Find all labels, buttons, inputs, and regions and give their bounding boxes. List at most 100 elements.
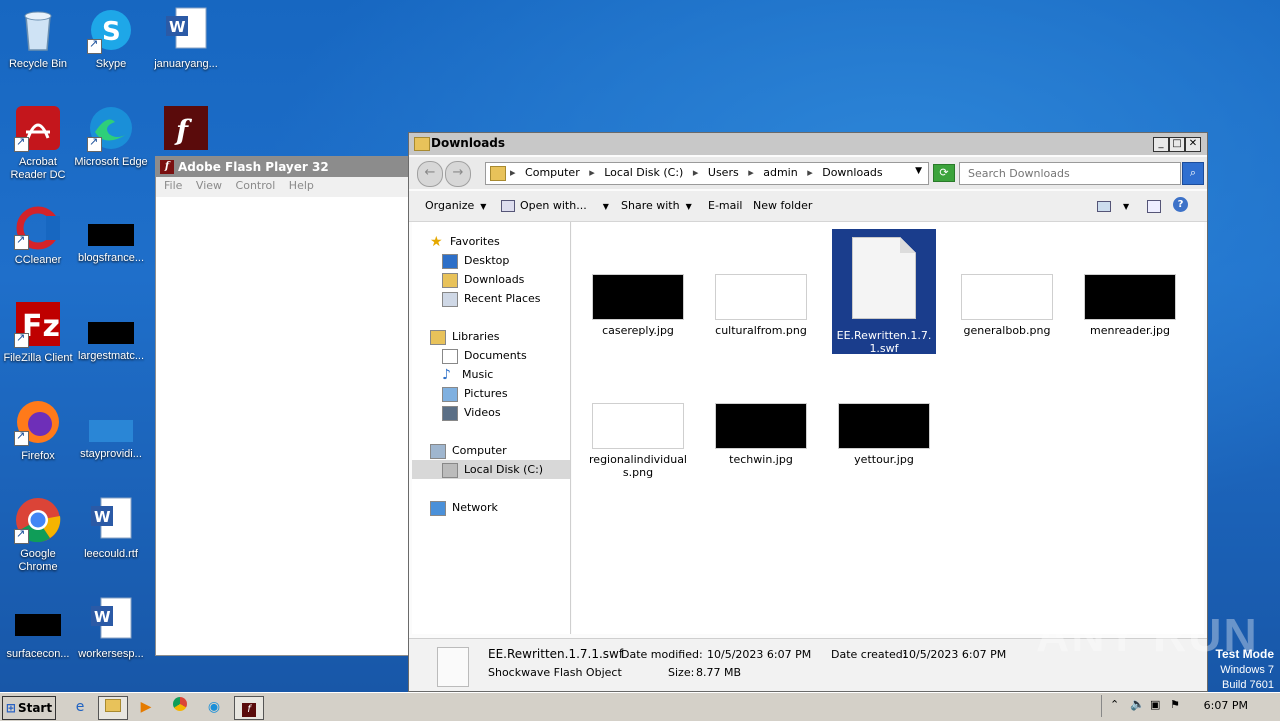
- change-view-button[interactable]: ▼: [1097, 199, 1129, 212]
- clock[interactable]: 6:07 PM: [1204, 699, 1248, 712]
- file-item[interactable]: generalbob.png: [955, 274, 1059, 337]
- nav-videos[interactable]: Videos: [412, 403, 570, 422]
- nav-libraries[interactable]: Libraries: [412, 327, 570, 346]
- file-item[interactable]: culturalfrom.png: [709, 274, 813, 337]
- show-hidden-icons-icon[interactable]: ⌃: [1110, 698, 1119, 711]
- chevron-down-icon[interactable]: ▼: [915, 166, 922, 176]
- desktop-icon-firefox[interactable]: Firefox: [0, 398, 76, 463]
- breadcrumb-admin[interactable]: admin: [763, 166, 797, 179]
- menu-item-control[interactable]: Control: [236, 179, 276, 192]
- nav-network[interactable]: Network: [412, 498, 570, 517]
- action-center-flag-icon[interactable]: ⚑: [1170, 698, 1180, 711]
- desktop-icon-ccleaner[interactable]: CCleaner: [0, 202, 76, 267]
- nav-computer[interactable]: Computer: [412, 441, 570, 460]
- taskbar-explorer-icon[interactable]: [98, 696, 128, 720]
- taskbar-chrome-icon[interactable]: [166, 696, 194, 718]
- menu-item-help[interactable]: Help: [289, 179, 314, 192]
- file-item[interactable]: casereply.jpg: [586, 274, 690, 337]
- desktop-icon-surfacecon[interactable]: surfacecon...: [0, 604, 76, 661]
- flash-player-window[interactable]: f Adobe Flash Player 32 File View Contro…: [155, 156, 411, 656]
- start-button[interactable]: ⊞ Start: [2, 696, 56, 720]
- search-icon[interactable]: ⌕: [1182, 162, 1204, 185]
- desktop-icon-chrome[interactable]: Google Chrome: [0, 496, 76, 574]
- search-input[interactable]: [966, 163, 1160, 184]
- desktop-icon-acrobat[interactable]: Acrobat Reader DC: [0, 104, 76, 182]
- email-button[interactable]: E-mail: [708, 199, 743, 212]
- breadcrumb-local-disk[interactable]: Local Disk (C:): [604, 166, 683, 179]
- desktop-icon-label: Acrobat Reader DC: [10, 156, 66, 181]
- nav-documents[interactable]: Documents: [412, 346, 570, 365]
- desktop-icon-label: stayprovidi...: [80, 448, 142, 460]
- close-button[interactable]: ✕: [1185, 137, 1201, 152]
- flash-content-area[interactable]: [156, 197, 410, 655]
- taskbar-edge-icon[interactable]: ◉: [200, 696, 228, 718]
- network-tray-icon[interactable]: ▣: [1150, 698, 1160, 711]
- chevron-right-icon[interactable]: ▸: [589, 166, 595, 179]
- refresh-button[interactable]: ⟳: [933, 164, 955, 182]
- desktop-icon-stayprovidi[interactable]: stayprovidi...: [73, 416, 149, 461]
- desktop-icon-label: CCleaner: [14, 254, 62, 266]
- chevron-right-icon: ▸: [510, 166, 516, 179]
- svg-text:W: W: [169, 18, 186, 36]
- chevron-down-icon: ▼: [602, 202, 609, 211]
- desktop-icon-label: largestmatc...: [77, 350, 145, 362]
- desktop-icon-label: workersesp...: [78, 648, 144, 660]
- breadcrumb-downloads[interactable]: Downloads: [822, 166, 882, 179]
- file-item[interactable]: regionalindividuals.png: [586, 403, 690, 479]
- preview-pane-button[interactable]: [1147, 199, 1161, 213]
- file-item-selected[interactable]: EE.Rewritten.1.7.1.swf: [832, 229, 936, 355]
- shortcut-arrow-icon: [14, 135, 29, 152]
- desktop-icon-januaryang[interactable]: W januaryang...: [148, 6, 224, 71]
- taskbar-flash-icon[interactable]: f: [234, 696, 264, 720]
- nav-favorites[interactable]: ★ Favorites: [412, 232, 570, 251]
- network-icon: [430, 500, 446, 516]
- test-mode-notice: Test Mode Windows 7 Build 7601: [1216, 647, 1274, 693]
- forward-button[interactable]: →: [445, 161, 471, 187]
- nav-recent-places[interactable]: Recent Places: [412, 289, 570, 308]
- desktop-icon-filezilla[interactable]: Fz FileZilla Client: [0, 300, 76, 365]
- breadcrumb-computer[interactable]: Computer: [525, 166, 580, 179]
- menu-item-file[interactable]: File: [164, 179, 182, 192]
- file-item[interactable]: techwin.jpg: [709, 403, 813, 466]
- file-item[interactable]: menreader.jpg: [1078, 274, 1182, 337]
- skype-icon: S: [87, 6, 135, 54]
- nav-downloads[interactable]: Downloads: [412, 270, 570, 289]
- back-button[interactable]: ←: [417, 161, 443, 187]
- desktop-icon-blogsfrance[interactable]: blogsfrance...: [73, 220, 149, 265]
- desktop-icon-workersesp[interactable]: W workersesp...: [73, 596, 149, 661]
- volume-icon[interactable]: 🔈: [1130, 697, 1145, 711]
- desktop-icon-edge[interactable]: Microsoft Edge: [73, 104, 149, 169]
- desktop-icon-leecould[interactable]: W leecould.rtf: [73, 496, 149, 561]
- new-folder-button[interactable]: New folder: [753, 199, 812, 212]
- nav-local-disk[interactable]: Local Disk (C:): [412, 460, 570, 479]
- share-with-button[interactable]: Share with ▼: [621, 199, 692, 212]
- organize-button[interactable]: Organize ▼: [425, 199, 486, 212]
- chevron-right-icon[interactable]: ▸: [807, 166, 813, 179]
- chevron-right-icon[interactable]: ▸: [693, 166, 699, 179]
- desktop-icon-flash[interactable]: f: [148, 104, 224, 156]
- menu-item-view[interactable]: View: [196, 179, 222, 192]
- minimize-button[interactable]: _: [1153, 137, 1169, 152]
- desktop-icon-recycle-bin[interactable]: Recycle Bin: [0, 6, 76, 71]
- file-item[interactable]: yettour.jpg: [832, 403, 936, 466]
- explorer-titlebar[interactable]: Downloads _ □ ✕: [409, 133, 1207, 155]
- nav-pictures[interactable]: Pictures: [412, 384, 570, 403]
- maximize-button[interactable]: □: [1169, 137, 1185, 152]
- taskbar-media-player-icon[interactable]: ▶: [132, 696, 160, 718]
- address-bar[interactable]: ▸ Computer ▸ Local Disk (C:) ▸ Users ▸ a…: [485, 162, 929, 185]
- search-box[interactable]: [959, 162, 1181, 185]
- help-button[interactable]: ?: [1173, 197, 1188, 212]
- flash-player-titlebar[interactable]: f Adobe Flash Player 32: [156, 157, 410, 177]
- open-with-button[interactable]: Open with... ▼: [501, 199, 609, 212]
- chevron-right-icon[interactable]: ▸: [748, 166, 754, 179]
- desktop-icon-skype[interactable]: S Skype: [73, 6, 149, 71]
- desktop-icon-largestmatc[interactable]: largestmatc...: [73, 318, 149, 363]
- breadcrumb-users[interactable]: Users: [708, 166, 739, 179]
- nav-desktop[interactable]: Desktop: [412, 251, 570, 270]
- nav-music[interactable]: ♪ Music: [412, 365, 570, 384]
- details-size-label: Size:: [668, 666, 695, 679]
- details-date-modified-label: Date modified:: [621, 648, 703, 661]
- pictures-icon: [442, 386, 458, 402]
- file-name: menreader.jpg: [1089, 324, 1171, 337]
- taskbar-ie-icon[interactable]: e: [66, 696, 94, 718]
